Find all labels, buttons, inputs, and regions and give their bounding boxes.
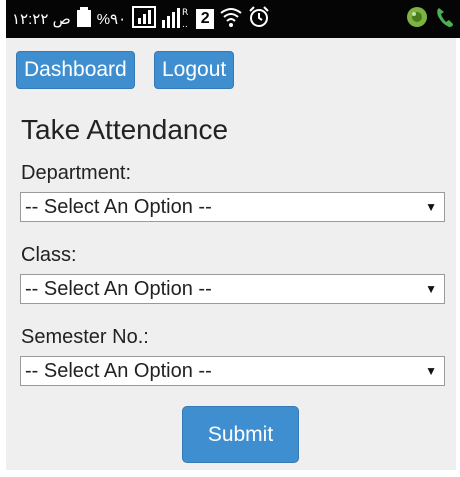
class-select-value: -- Select An Option --: [25, 278, 212, 300]
status-left-group: ۱۲:۲۲ ص %۹۰ R .. 2: [12, 6, 270, 32]
battery-percent: %۹۰: [96, 11, 127, 28]
logout-button[interactable]: Logout: [154, 51, 235, 89]
class-select[interactable]: -- Select An Option -- ▼: [20, 274, 445, 304]
app-notification-icon: [406, 6, 428, 33]
data-usage-icon: [132, 6, 157, 32]
dropdown-arrow-icon: ▼: [425, 200, 437, 214]
status-bar: ۱۲:۲۲ ص %۹۰ R .. 2: [6, 0, 460, 38]
status-right-group: [406, 6, 454, 33]
dropdown-arrow-icon: ▼: [425, 282, 437, 296]
phone-call-icon: [436, 6, 454, 33]
department-label: Department:: [21, 162, 132, 184]
wifi-icon: [220, 6, 242, 32]
signal-icon: R ..: [162, 6, 190, 32]
class-label: Class:: [21, 244, 77, 266]
dropdown-arrow-icon: ▼: [425, 364, 437, 378]
app-content: Dashboard Logout Take Attendance Departm…: [6, 38, 456, 470]
svg-text:R: R: [182, 8, 188, 18]
sim-slot-icon: 2: [196, 9, 215, 29]
dashboard-button[interactable]: Dashboard: [16, 51, 135, 89]
semester-select[interactable]: -- Select An Option -- ▼: [20, 356, 445, 386]
submit-button[interactable]: Submit: [182, 406, 299, 463]
semester-select-value: -- Select An Option --: [25, 360, 212, 382]
battery-icon: [76, 7, 91, 31]
semester-label: Semester No.:: [21, 326, 149, 348]
status-time: ۱۲:۲۲ ص: [12, 11, 71, 28]
department-select-value: -- Select An Option --: [25, 196, 212, 218]
svg-text:..: ..: [182, 20, 188, 28]
alarm-icon: [248, 6, 270, 32]
page-title: Take Attendance: [21, 114, 229, 145]
department-select[interactable]: -- Select An Option -- ▼: [20, 192, 445, 222]
